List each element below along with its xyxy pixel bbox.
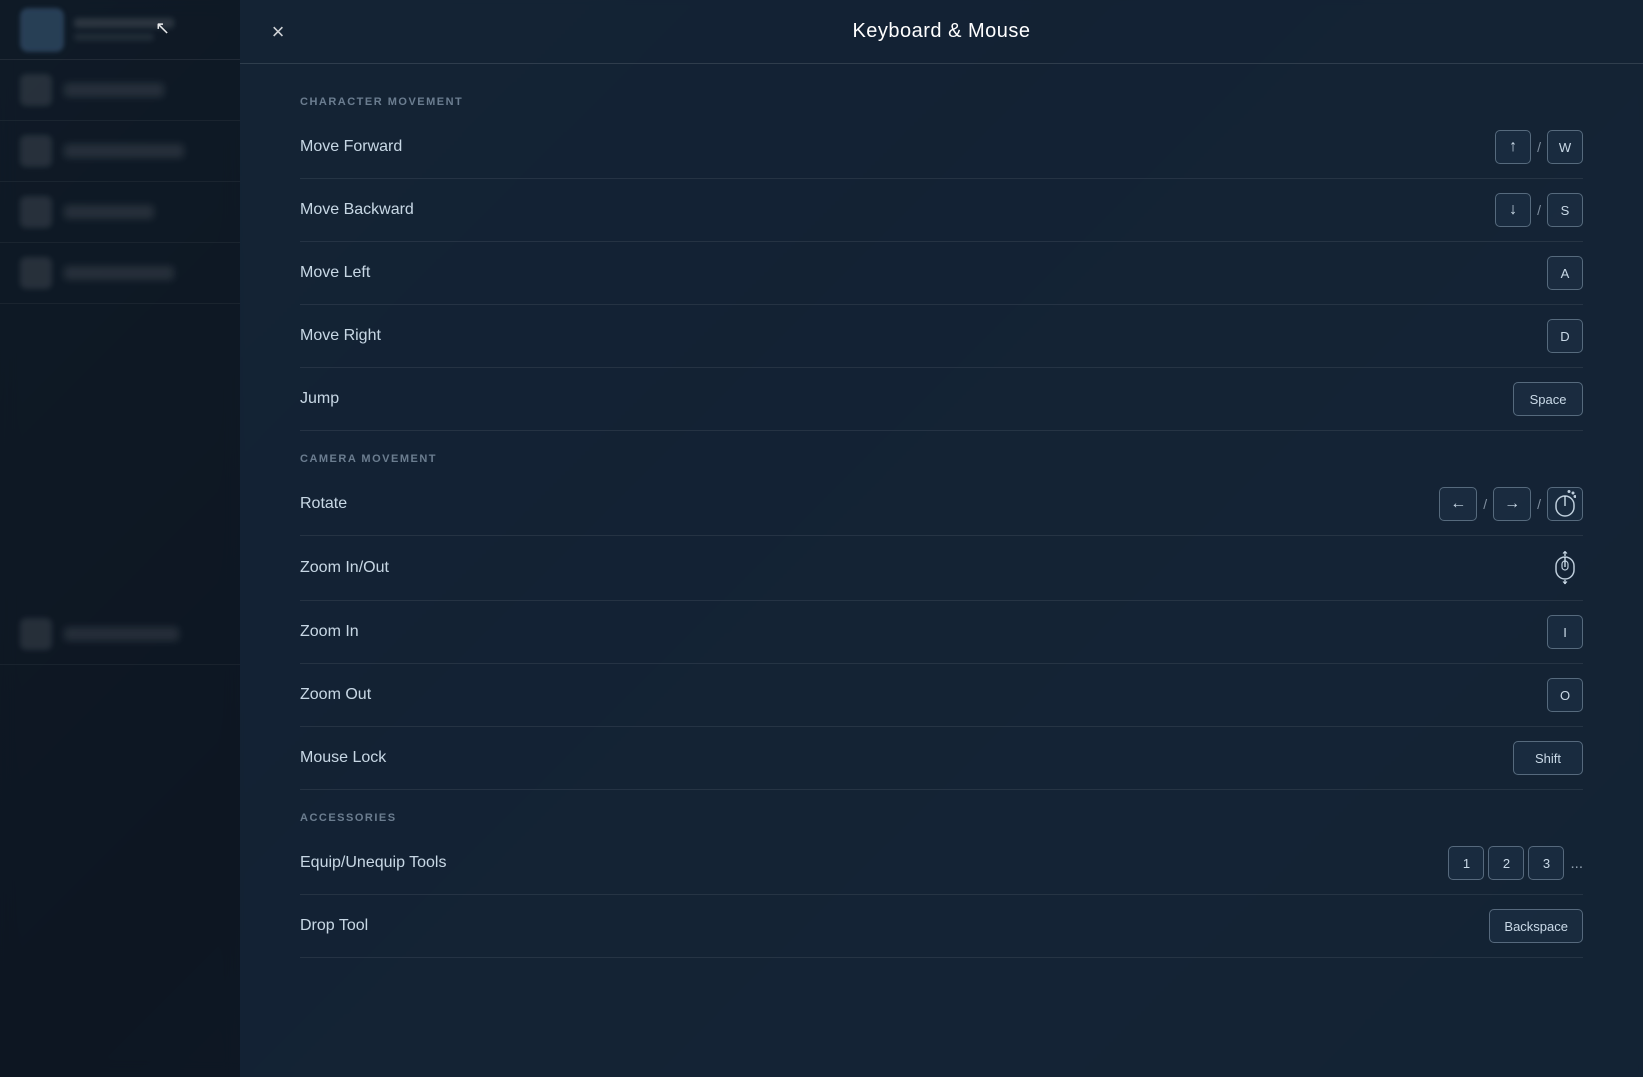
binding-keys — [1547, 550, 1583, 586]
section-character-movement: CHARACTER MOVEMENT — [300, 74, 1583, 116]
dialog-header: × Keyboard & Mouse — [240, 0, 1643, 64]
key-up-arrow[interactable]: ↑ — [1495, 130, 1531, 164]
binding-drop-tool: Drop Tool Backspace — [300, 895, 1583, 958]
binding-zoom-in: Zoom In I — [300, 601, 1583, 664]
binding-label: Zoom In/Out — [300, 559, 389, 577]
key-right-arrow[interactable]: → — [1493, 487, 1531, 521]
key-separator: / — [1537, 202, 1541, 218]
key-1[interactable]: 1 — [1448, 846, 1484, 880]
binding-keys: Shift — [1513, 741, 1583, 775]
binding-keys: 1 2 3 ... — [1448, 846, 1583, 880]
binding-label: Move Backward — [300, 201, 414, 219]
binding-keys: I — [1547, 615, 1583, 649]
binding-jump: Jump Space — [300, 368, 1583, 431]
key-left-arrow[interactable]: ← — [1439, 487, 1477, 521]
keyboard-mouse-dialog: × Keyboard & Mouse CHARACTER MOVEMENT Mo… — [240, 0, 1643, 1077]
key-d[interactable]: D — [1547, 319, 1583, 353]
binding-label: Move Forward — [300, 138, 402, 156]
more-keys-ellipsis: ... — [1570, 855, 1583, 872]
binding-label: Drop Tool — [300, 917, 368, 935]
key-a[interactable]: A — [1547, 256, 1583, 290]
binding-label: Jump — [300, 390, 339, 408]
close-button[interactable]: × — [260, 14, 296, 50]
key-2[interactable]: 2 — [1488, 846, 1524, 880]
section-accessories: ACCESSORIES — [300, 790, 1583, 832]
binding-mouse-lock: Mouse Lock Shift — [300, 727, 1583, 790]
binding-move-backward: Move Backward ↓ / S — [300, 179, 1583, 242]
mouse-drag-icon[interactable] — [1547, 487, 1583, 521]
binding-keys: ← / → / — [1439, 487, 1583, 521]
key-3[interactable]: 3 — [1528, 846, 1564, 880]
key-s[interactable]: S — [1547, 193, 1583, 227]
binding-rotate: Rotate ← / → / — [300, 473, 1583, 536]
key-o[interactable]: O — [1547, 678, 1583, 712]
sidebar-item-2 — [0, 121, 240, 182]
binding-label: Mouse Lock — [300, 749, 386, 767]
binding-keys: ↓ / S — [1495, 193, 1583, 227]
binding-keys: Backspace — [1489, 909, 1583, 943]
sidebar-panel — [0, 0, 240, 1077]
key-w[interactable]: W — [1547, 130, 1583, 164]
key-separator: / — [1483, 496, 1487, 512]
binding-label: Zoom Out — [300, 686, 371, 704]
sidebar-item-5 — [0, 604, 240, 665]
binding-label: Equip/Unequip Tools — [300, 854, 446, 872]
key-i[interactable]: I — [1547, 615, 1583, 649]
binding-keys: ↑ / W — [1495, 130, 1583, 164]
sidebar-item-1 — [0, 60, 240, 121]
mouse-scroll-icon[interactable] — [1547, 550, 1583, 586]
binding-zoom-out: Zoom Out O — [300, 664, 1583, 727]
binding-keys: Space — [1513, 382, 1583, 416]
binding-keys: O — [1547, 678, 1583, 712]
binding-keys: D — [1547, 319, 1583, 353]
dialog-content[interactable]: CHARACTER MOVEMENT Move Forward ↑ / W Mo… — [240, 64, 1643, 1071]
binding-label: Move Left — [300, 264, 370, 282]
key-backspace[interactable]: Backspace — [1489, 909, 1583, 943]
binding-move-forward: Move Forward ↑ / W — [300, 116, 1583, 179]
binding-label: Zoom In — [300, 623, 359, 641]
binding-label: Rotate — [300, 495, 347, 513]
sidebar-item-3 — [0, 182, 240, 243]
section-camera-movement: CAMERA MOVEMENT — [300, 431, 1583, 473]
key-shift[interactable]: Shift — [1513, 741, 1583, 775]
key-down-arrow[interactable]: ↓ — [1495, 193, 1531, 227]
sidebar-item-4 — [0, 243, 240, 304]
dialog-title: Keyboard & Mouse — [852, 20, 1030, 43]
binding-zoom-in-out: Zoom In/Out — [300, 536, 1583, 601]
key-space[interactable]: Space — [1513, 382, 1583, 416]
key-separator: / — [1537, 139, 1541, 155]
binding-equip-tools: Equip/Unequip Tools 1 2 3 ... — [300, 832, 1583, 895]
binding-keys: A — [1547, 256, 1583, 290]
binding-label: Move Right — [300, 327, 381, 345]
key-separator: / — [1537, 496, 1541, 512]
binding-move-right: Move Right D — [300, 305, 1583, 368]
binding-move-left: Move Left A — [300, 242, 1583, 305]
